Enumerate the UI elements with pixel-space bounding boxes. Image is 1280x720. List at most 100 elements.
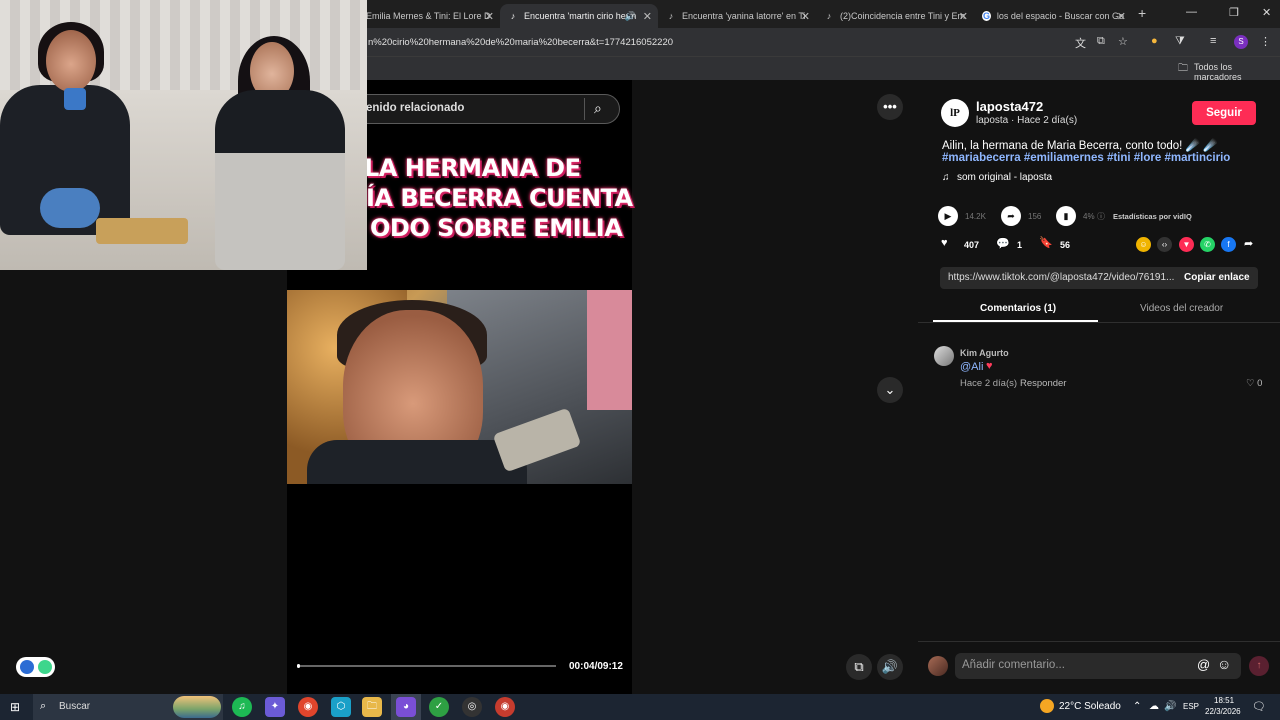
minimize-icon[interactable]: — xyxy=(1186,6,1197,18)
follow-button[interactable]: Seguir xyxy=(1192,101,1256,125)
heart-icon[interactable]: ♥ xyxy=(941,237,948,249)
copilot-icon[interactable]: ✦ xyxy=(265,697,285,717)
emoji-icon[interactable]: ☺ xyxy=(1217,656,1231,672)
play-icon[interactable]: ▶ xyxy=(938,206,958,226)
progress-track[interactable] xyxy=(297,665,556,667)
translate-icon[interactable]: 文 xyxy=(1075,35,1086,51)
profile-avatar[interactable]: S xyxy=(1234,35,1248,49)
tabs-divider xyxy=(918,322,1280,323)
whatsapp-icon[interactable]: ✆ xyxy=(1200,237,1215,252)
comment-date: Hace 2 día(s) xyxy=(960,378,1018,389)
speaker-icon[interactable]: 🔊 xyxy=(625,11,636,22)
extensions-icon[interactable]: ⧩ xyxy=(1175,35,1185,48)
url-field[interactable]: n%20cirio%20hermana%20de%20maria%20becer… xyxy=(368,37,673,48)
facebook-icon[interactable]: f xyxy=(1221,237,1236,252)
tab-coincidencia[interactable]: ♪ (2)Coincidencia entre Tini y Em ✕ xyxy=(816,4,974,28)
extension-badge[interactable] xyxy=(16,657,55,677)
commenter-name[interactable]: Kim Agurto xyxy=(960,348,1009,358)
onedrive-icon[interactable]: ☁ xyxy=(1149,701,1159,712)
bookmark-star-icon[interactable]: ☆ xyxy=(1118,35,1128,48)
author-avatar[interactable]: lP xyxy=(941,99,969,127)
clock-time[interactable]: 18:51 xyxy=(1214,696,1234,705)
comment-text[interactable]: @Ali xyxy=(960,361,983,373)
chrome-icon[interactable]: ◉ xyxy=(298,697,318,717)
tab-emilia-lore[interactable]: Emilia Mernes & Tini: El Lore D ✕ xyxy=(358,4,500,28)
search-divider xyxy=(584,98,585,120)
tab-creator-videos[interactable]: Videos del creador xyxy=(1140,303,1223,314)
post-comment-button[interactable]: ↑ xyxy=(1249,656,1269,676)
tab-comments[interactable]: Comentarios (1) xyxy=(980,303,1056,314)
active-tab-indicator xyxy=(933,320,1098,322)
tab-label: (2)Coincidencia entre Tini y Em xyxy=(840,11,966,21)
shares-stat: 156 xyxy=(1028,212,1042,221)
comment-like-button[interactable]: ♡ 0 xyxy=(1246,378,1262,389)
engagement-percent: 4% xyxy=(1083,212,1095,221)
author-username[interactable]: laposta472 xyxy=(976,99,1043,114)
tab-martin-cirio[interactable]: ♪ Encuentra 'martin cirio herm 🔊 ✕ xyxy=(500,4,658,28)
speaker-tray-icon[interactable]: 🔊 xyxy=(1164,701,1176,712)
restore-icon[interactable]: ❐ xyxy=(1229,6,1239,19)
embed-icon[interactable]: ‹› xyxy=(1157,237,1172,252)
send-icon[interactable]: ▼ xyxy=(1179,237,1194,252)
chevron-down-icon[interactable]: ⌄ xyxy=(877,377,903,403)
tiktok-icon: ♪ xyxy=(668,11,674,21)
media-control-icon[interactable]: ≡ xyxy=(1210,35,1216,47)
volume-icon[interactable]: 🔊 xyxy=(877,654,903,680)
search-highlight-image[interactable] xyxy=(173,696,221,718)
file-explorer-icon[interactable]: 🗀 xyxy=(362,697,382,717)
info-icon[interactable]: ⓘ xyxy=(1097,211,1105,222)
picture-in-picture-icon[interactable]: ⧉ xyxy=(846,654,872,680)
music-note-icon: ♫ xyxy=(942,172,950,183)
tab-los-del-espacio[interactable]: G los del espacio - Buscar con Go ✕ xyxy=(974,4,1132,28)
copy-link-button[interactable]: Copiar enlace xyxy=(1184,272,1250,283)
user-avatar xyxy=(928,656,948,676)
search-icon[interactable]: ⌕ xyxy=(594,100,602,117)
video-link[interactable]: https://www.tiktok.com/@laposta472/video… xyxy=(948,272,1174,283)
weather-text[interactable]: 22°C Soleado xyxy=(1059,701,1121,712)
plays-count: 14.2K xyxy=(965,212,986,221)
more-options-button[interactable]: ••• xyxy=(877,94,903,120)
obs-icon[interactable]: ◎ xyxy=(462,697,482,717)
taskbar-search-label[interactable]: Buscar xyxy=(59,701,90,712)
close-icon[interactable]: ✕ xyxy=(643,10,652,23)
tray-chevron-icon[interactable]: ⌃ xyxy=(1133,701,1141,712)
app-green-icon[interactable]: ✓ xyxy=(429,697,449,717)
vidiq-label[interactable]: Estadísticas por vidIQ xyxy=(1113,212,1192,221)
more-share-icon[interactable]: ➦ xyxy=(1244,237,1253,250)
language-indicator[interactable]: ESP xyxy=(1183,702,1199,711)
clock-date[interactable]: 22/3/2026 xyxy=(1205,707,1241,716)
tiktok-icon: ♪ xyxy=(510,11,516,21)
commenter-avatar[interactable] xyxy=(934,346,954,366)
sound-link[interactable]: som original - laposta xyxy=(957,172,1052,183)
reply-button[interactable]: Responder xyxy=(1020,378,1066,389)
post-hashtags[interactable]: #mariabecerra #emiliamernes #tini #lore … xyxy=(942,152,1230,164)
window-close-icon[interactable]: ✕ xyxy=(1262,6,1271,19)
bookmark-icon[interactable]: 🔖 xyxy=(1039,236,1053,249)
spotify-icon[interactable]: ♫ xyxy=(232,697,252,717)
close-icon[interactable]: ✕ xyxy=(801,10,810,23)
extension-icon xyxy=(20,660,34,674)
extension-color-icon[interactable]: ● xyxy=(1151,35,1158,47)
notification-icon[interactable]: 🗨 xyxy=(1252,700,1266,713)
bar-chart-icon[interactable]: ▮ xyxy=(1056,206,1076,226)
close-icon[interactable]: ✕ xyxy=(485,10,494,23)
new-tab-button[interactable]: + xyxy=(1138,5,1146,21)
tab-yanina-latorre[interactable]: ♪ Encuentra 'yanina latorre' en Ti ✕ xyxy=(658,4,816,28)
close-icon[interactable]: ✕ xyxy=(1117,10,1126,23)
overlay-text-line: ÍA BECERRA CUENTA xyxy=(366,184,633,212)
discord-icon[interactable]: ◕ xyxy=(396,697,416,717)
chrome-profile-icon[interactable]: ◉ xyxy=(495,697,515,717)
install-app-icon[interactable]: ⧉ xyxy=(1097,35,1105,48)
related-search-text[interactable]: enido relacionado xyxy=(366,102,464,114)
comment-placeholder[interactable]: Añadir comentario... xyxy=(962,659,1065,671)
app-shield-icon[interactable]: ⬡ xyxy=(331,697,351,717)
mention-icon[interactable]: @ xyxy=(1197,657,1210,672)
all-bookmarks-link[interactable]: Todos los marcadores xyxy=(1194,62,1280,82)
windows-start-icon[interactable]: ⊞ xyxy=(10,700,20,714)
share-arrow-icon[interactable]: ➦ xyxy=(1001,206,1021,226)
close-icon[interactable]: ✕ xyxy=(959,10,968,23)
friends-share-icon[interactable]: ☺ xyxy=(1136,237,1151,252)
menu-kebab-icon[interactable]: ⋮ xyxy=(1260,35,1271,48)
comment-icon[interactable]: 💬 xyxy=(996,237,1010,250)
likes-count: 407 xyxy=(964,240,980,250)
